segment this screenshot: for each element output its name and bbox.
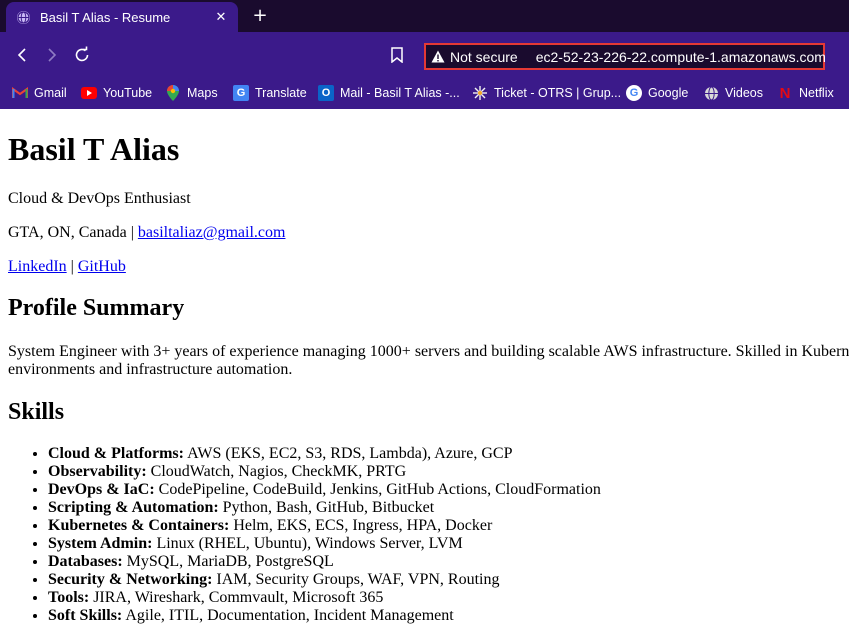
skill-value: IAM, Security Groups, WAF, VPN, Routing (212, 571, 500, 588)
bookmark-label: Gmail (34, 86, 67, 100)
tab-strip: Basil T Alias - Resume ✕ + (0, 0, 849, 32)
list-item: System Admin: Linux (RHEL, Ubuntu), Wind… (48, 535, 601, 553)
skill-label: Scripting & Automation: (48, 499, 219, 516)
skill-value: Python, Bash, GitHub, Bitbucket (218, 499, 435, 516)
translate-icon: G (233, 85, 249, 101)
netflix-icon: N (779, 84, 791, 102)
skill-value: CloudWatch, Nagios, CheckMK, PRTG (146, 463, 407, 480)
resume-name: Basil T Alias (8, 131, 180, 167)
skill-value: Agile, ITIL, Documentation, Incident Man… (122, 607, 454, 624)
skill-label: Soft Skills: (48, 607, 123, 624)
skill-value: JIRA, Wireshark, Commvault, Microsoft 36… (89, 589, 384, 606)
list-item: Observability: CloudWatch, Nagios, Check… (48, 463, 601, 481)
page-viewport: Basil T Alias Cloud & DevOps Enthusiast … (0, 109, 849, 627)
list-item: Tools: JIRA, Wireshark, Commvault, Micro… (48, 589, 601, 607)
list-item: Scripting & Automation: Python, Bash, Gi… (48, 499, 601, 517)
skill-label: Kubernetes & Containers: (48, 517, 230, 534)
list-item: Databases: MySQL, MariaDB, PostgreSQL (48, 553, 601, 571)
google-icon: G (626, 85, 642, 101)
url-text[interactable]: ec2-52-23-226-22.compute-1.amazonaws.com (536, 49, 826, 65)
skill-value: AWS (EKS, EC2, S3, RDS, Lambda), Azure, … (183, 445, 513, 462)
bookmark-label: Ticket - OTRS | Grup... (494, 86, 622, 100)
skill-label: DevOps & IaC: (48, 481, 155, 498)
bookmark-label: Mail - Basil T Alias -... (340, 86, 460, 100)
bookmark-icon[interactable] (385, 43, 409, 67)
outlook-icon: O (318, 85, 334, 101)
skill-label: Databases: (48, 553, 123, 570)
warning-icon[interactable] (431, 50, 445, 64)
profile-links: LinkedIn | GitHub (8, 258, 126, 276)
bookmark-label: YouTube (103, 86, 153, 100)
forward-icon[interactable] (40, 43, 64, 67)
skill-label: Security & Networking: (48, 571, 213, 588)
bookmark-outlook-mail[interactable]: O Mail - Basil T Alias -... (318, 82, 460, 104)
bookmark-gmail[interactable]: Gmail (12, 82, 67, 104)
summary-line: System Engineer with 3+ years of experie… (8, 343, 849, 360)
list-item: Kubernetes & Containers: Helm, EKS, ECS,… (48, 517, 601, 535)
back-icon[interactable] (10, 43, 34, 67)
bookmark-maps[interactable]: Maps (165, 82, 218, 104)
maps-icon (165, 85, 181, 101)
contact-line: GTA, ON, Canada | basiltaliaz@gmail.com (8, 224, 285, 242)
globe-icon (17, 10, 30, 24)
address-bar[interactable]: Not secure ec2-52-23-226-22.compute-1.am… (424, 43, 826, 70)
list-item: Soft Skills: Agile, ITIL, Documentation,… (48, 607, 601, 625)
browser-tab[interactable]: Basil T Alias - Resume ✕ (6, 2, 238, 32)
security-status[interactable]: Not secure (450, 49, 518, 65)
bookmarks-bar: Gmail YouTube Maps G Translate O Mail - … (0, 77, 849, 109)
summary-line: environments and infrastructure automati… (8, 361, 293, 378)
bookmark-label: Google (648, 86, 689, 100)
skill-label: Tools: (48, 589, 90, 606)
otrs-icon (472, 85, 488, 101)
bookmark-label: Netflix (799, 86, 834, 100)
skill-label: Cloud & Platforms: (48, 445, 184, 462)
bookmark-label: Maps (187, 86, 218, 100)
bookmark-label: Translate (255, 86, 307, 100)
new-tab-icon[interactable]: + (250, 5, 270, 26)
bookmark-translate[interactable]: G Translate (233, 82, 307, 104)
bookmark-google[interactable]: G Google (626, 82, 688, 104)
email-link[interactable]: basiltaliaz@gmail.com (138, 224, 286, 241)
list-item: Cloud & Platforms: AWS (EKS, EC2, S3, RD… (48, 445, 601, 463)
bookmark-netflix[interactable]: N Netflix (777, 82, 834, 104)
list-item: DevOps & IaC: CodePipeline, CodeBuild, J… (48, 481, 601, 499)
skill-value: Helm, EKS, ECS, Ingress, HPA, Docker (229, 517, 493, 534)
skill-label: Observability: (48, 463, 147, 480)
bookmark-otrs-ticket[interactable]: Ticket - OTRS | Grup... (472, 82, 621, 104)
bookmark-youtube[interactable]: YouTube (81, 82, 152, 104)
linkedin-link[interactable]: LinkedIn (8, 258, 67, 275)
bookmark-label: Videos (725, 86, 763, 100)
bookmark-videos[interactable]: Videos (703, 82, 763, 104)
globe-icon (703, 85, 719, 101)
reload-icon[interactable] (70, 43, 94, 67)
skill-label: System Admin: (48, 535, 153, 552)
profile-summary-text: System Engineer with 3+ years of experie… (8, 343, 849, 379)
skill-value: Linux (RHEL, Ubuntu), Windows Server, LV… (152, 535, 463, 552)
list-item: Security & Networking: IAM, Security Gro… (48, 571, 601, 589)
skill-value: CodePipeline, CodeBuild, Jenkins, GitHub… (154, 481, 601, 498)
skills-list: Cloud & Platforms: AWS (EKS, EC2, S3, RD… (8, 445, 601, 625)
tagline: Cloud & DevOps Enthusiast (8, 190, 191, 207)
close-icon[interactable]: ✕ (212, 8, 230, 26)
link-separator: | (70, 258, 74, 275)
tab-title: Basil T Alias - Resume (40, 9, 171, 25)
youtube-icon (81, 85, 97, 101)
profile-summary-heading: Profile Summary (8, 295, 185, 321)
skill-value: MySQL, MariaDB, PostgreSQL (122, 553, 334, 570)
github-link[interactable]: GitHub (78, 258, 126, 275)
gmail-icon (12, 85, 28, 101)
location-text: GTA, ON, Canada | (8, 224, 134, 241)
skills-heading: Skills (8, 399, 65, 425)
